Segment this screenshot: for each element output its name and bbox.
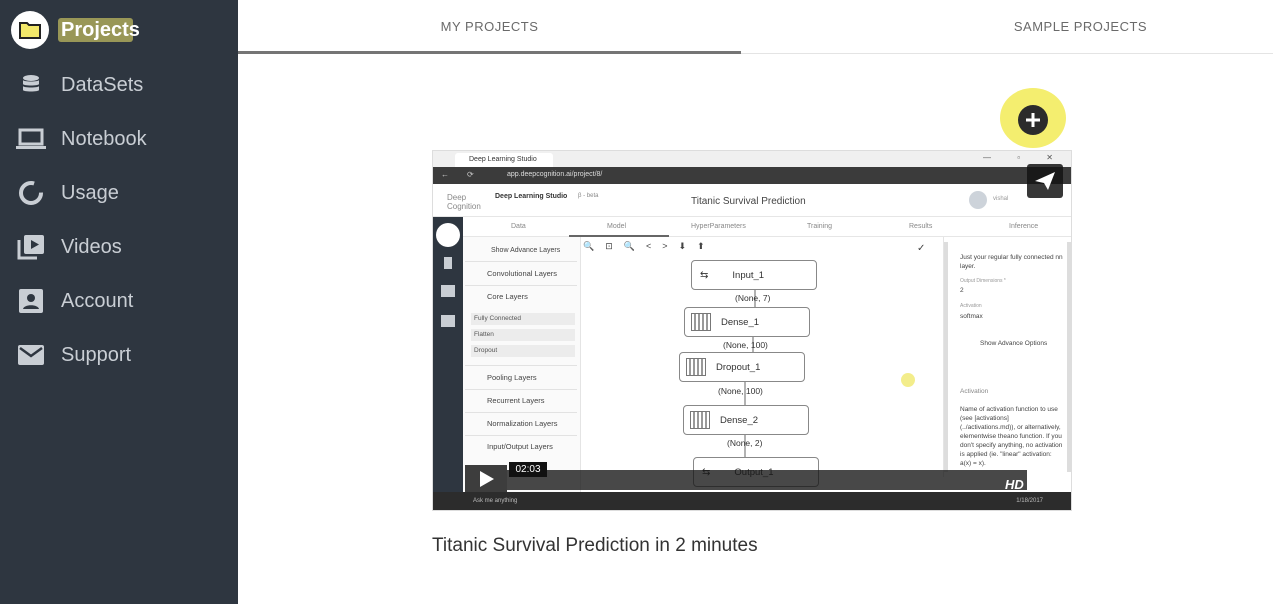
app-root: Projects DataSets Notebook Usage Videos …	[0, 0, 1273, 604]
model-node: Dropout_1	[679, 352, 805, 382]
output-dim-value: 2	[960, 287, 964, 294]
video-title[interactable]: Titanic Survival Prediction in 2 minutes	[432, 535, 758, 557]
fullscreen-icon[interactable]: ⤧	[1039, 477, 1049, 493]
sidebar-item-usage[interactable]: Usage	[0, 166, 238, 220]
sidebar-item-label: DataSets	[61, 73, 144, 96]
sidebar-item-label: Support	[61, 343, 132, 366]
video-progress-bar[interactable]	[507, 470, 1027, 490]
laptop-icon	[14, 122, 48, 156]
properties-panel: Just your regular fully connected nn lay…	[943, 237, 1071, 477]
activation-help: Name of activation function to use (see …	[960, 406, 1063, 467]
node-shape: (None, 2)	[727, 438, 763, 448]
donut-chart-icon	[14, 176, 48, 210]
play-icon	[480, 470, 494, 487]
node-shape: (None, 100)	[718, 386, 763, 396]
sidebar-item-projects[interactable]: Projects	[0, 3, 238, 57]
project-tabs: MY PROJECTS SAMPLE PROJECTS	[238, 0, 1273, 54]
model-node: ⇆ Input_1	[691, 260, 817, 290]
sidebar-item-notebook[interactable]: Notebook	[0, 112, 238, 166]
taskbar-search: Ask me anything	[473, 498, 518, 504]
activation-heading: Activation	[960, 388, 989, 395]
sidebar-item-label: Account	[61, 289, 134, 312]
model-node: Dense_2	[683, 405, 809, 435]
add-project-button[interactable]	[1018, 105, 1048, 135]
add-project-area	[1000, 88, 1066, 148]
node-shape: (None, 7)	[735, 293, 771, 303]
cursor-highlight	[901, 373, 915, 387]
sidebar-item-label: Notebook	[61, 127, 147, 150]
model-node: Dense_1	[684, 307, 810, 337]
activation-value: softmax	[960, 313, 983, 320]
database-icon	[14, 68, 48, 102]
sidebar-item-label: Videos	[61, 235, 122, 258]
taskbar-date: 1/18/2017	[1016, 498, 1043, 504]
scrollbar	[1067, 242, 1071, 472]
plus-icon	[1026, 113, 1040, 127]
send-icon	[1035, 172, 1055, 190]
hd-button[interactable]: HD	[1005, 477, 1024, 492]
sidebar-item-label: Projects	[61, 18, 140, 41]
sidebar-item-account[interactable]: Account	[0, 274, 238, 328]
video-player[interactable]: Deep Learning Studio — ▫ ✕ ← ⟳ app.deepc…	[432, 150, 1072, 511]
tab-sample-projects[interactable]: SAMPLE PROJECTS	[898, 0, 1263, 52]
play-button[interactable]	[465, 465, 507, 492]
layer-description: Just your regular fully connected nn lay…	[960, 254, 1063, 270]
sidebar-item-support[interactable]: Support	[0, 328, 238, 382]
sidebar: Projects DataSets Notebook Usage Videos …	[0, 0, 238, 604]
sidebar-item-videos[interactable]: Videos	[0, 220, 238, 274]
tab-my-projects[interactable]: MY PROJECTS	[238, 0, 741, 52]
share-button[interactable]	[1027, 164, 1063, 198]
mail-icon	[14, 338, 48, 372]
account-box-icon	[14, 284, 48, 318]
video-library-icon	[14, 230, 48, 264]
video-timestamp: 02:03	[509, 462, 547, 477]
output-dim-label: Output Dimensions *	[960, 278, 1006, 284]
folder-icon	[10, 10, 50, 50]
node-shape: (None, 100)	[723, 340, 768, 350]
taskbar: Ask me anything 1/18/2017	[433, 492, 1071, 510]
active-tab-indicator	[238, 51, 741, 54]
sidebar-item-datasets[interactable]: DataSets	[0, 58, 238, 112]
activation-label: Activation	[960, 303, 982, 309]
show-advance-options: Show Advance Options	[980, 340, 1048, 347]
scrollbar	[944, 242, 948, 472]
sidebar-item-label: Usage	[61, 181, 119, 204]
